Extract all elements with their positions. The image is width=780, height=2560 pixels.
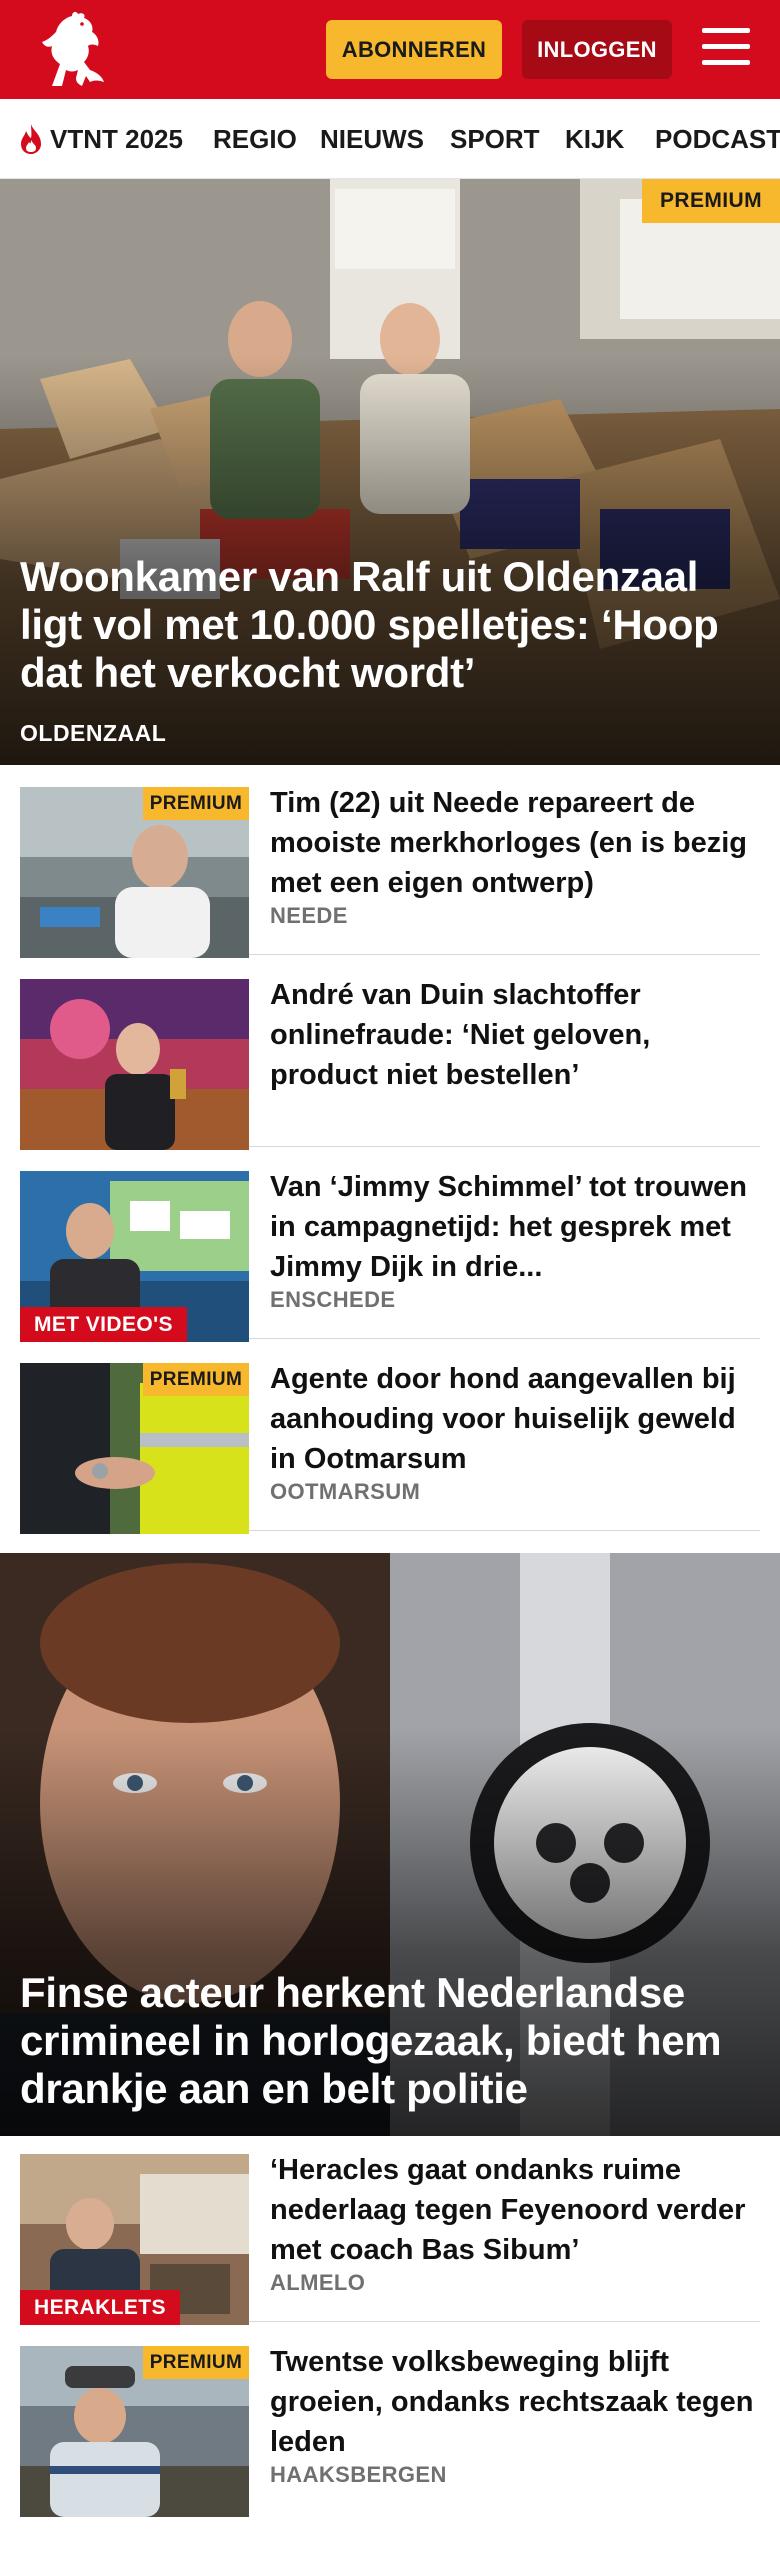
hero-title[interactable]: Woonkamer van Ralf uit Oldenzaal ligt vo…: [20, 553, 760, 697]
nav-item-podcast[interactable]: PODCAST: [655, 119, 780, 159]
login-button[interactable]: INLOGGEN: [522, 20, 672, 79]
nav-item-regio[interactable]: REGIO: [213, 119, 297, 159]
premium-badge: PREMIUM: [642, 179, 780, 223]
article-thumbnail: MET VIDEO'S: [20, 1171, 249, 1342]
article-title[interactable]: André van Duin slachtoffer onlinefraude:…: [270, 975, 760, 1095]
list-item[interactable]: PREMIUM Twentse volksbeweging blijft gro…: [20, 2336, 760, 2517]
article-thumbnail: HERAKLETS: [20, 2154, 249, 2325]
article-kicker: ENSCHEDE: [270, 1287, 396, 1312]
video-badge: MET VIDEO'S: [20, 1307, 187, 1342]
list-item[interactable]: PREMIUM Agente door hond aangevallen bij…: [20, 1353, 760, 1534]
top-header: ABONNEREN INLOGGEN: [0, 0, 780, 99]
hero-kicker: OLDENZAAL: [20, 720, 167, 746]
article-thumbnail: PREMIUM: [20, 1363, 249, 1534]
article-thumbnail: PREMIUM: [20, 2346, 249, 2517]
premium-badge: PREMIUM: [143, 2346, 249, 2379]
featured-title[interactable]: Finse acteur herkent Nederlandse crimine…: [20, 1969, 760, 2113]
nav-item-kijk[interactable]: KIJK: [565, 119, 624, 159]
article-kicker: NEEDE: [270, 903, 348, 928]
list-item[interactable]: PREMIUM Tim (22) uit Neede repareert de …: [20, 777, 760, 958]
article-thumbnail: PREMIUM: [20, 787, 249, 958]
subscribe-button[interactable]: ABONNEREN: [326, 20, 502, 79]
nav-label-vtnt: VTNT 2025: [50, 123, 183, 154]
featured-article[interactable]: Finse acteur herkent Nederlandse crimine…: [0, 1553, 780, 2136]
article-title[interactable]: Twentse volksbeweging blijft groeien, on…: [270, 2342, 760, 2462]
premium-badge: PREMIUM: [143, 787, 249, 820]
flame-icon: [21, 124, 41, 154]
article-kicker: HAAKSBERGEN: [270, 2462, 447, 2487]
premium-badge: PREMIUM: [143, 1363, 249, 1396]
article-title[interactable]: Agente door hond aangevallen bij aanhoud…: [270, 1359, 760, 1479]
tubantia-horse-logo[interactable]: [38, 10, 108, 90]
list-item[interactable]: HERAKLETS ‘Heracles gaat ondanks ruime n…: [20, 2144, 760, 2325]
article-title[interactable]: ‘Heracles gaat ondanks ruime nederlaag t…: [270, 2150, 760, 2270]
nav-item-nieuws[interactable]: NIEUWS: [320, 119, 424, 159]
nav-item-sport[interactable]: SPORT: [450, 119, 540, 159]
list-item[interactable]: André van Duin slachtoffer onlinefraude:…: [20, 969, 760, 1150]
article-kicker: ALMELO: [270, 2270, 366, 2295]
article-title[interactable]: Van ‘Jimmy Schimmel’ tot trouwen in camp…: [270, 1167, 760, 1287]
hero-article[interactable]: PREMIUM Woonkamer van Ralf uit Oldenzaal…: [0, 179, 780, 765]
article-title[interactable]: Tim (22) uit Neede repareert de mooiste …: [270, 783, 760, 903]
hamburger-menu-icon[interactable]: [700, 24, 752, 72]
article-thumbnail: [20, 979, 249, 1150]
video-badge: HERAKLETS: [20, 2290, 180, 2325]
list-item[interactable]: MET VIDEO'S Van ‘Jimmy Schimmel’ tot tro…: [20, 1161, 760, 1342]
article-kicker: OOTMARSUM: [270, 1479, 421, 1504]
main-navigation: VTNT 2025 REGIO NIEUWS SPORT KIJK PODCAS…: [0, 99, 780, 179]
nav-item-vtnt[interactable]: VTNT 2025: [16, 119, 183, 159]
